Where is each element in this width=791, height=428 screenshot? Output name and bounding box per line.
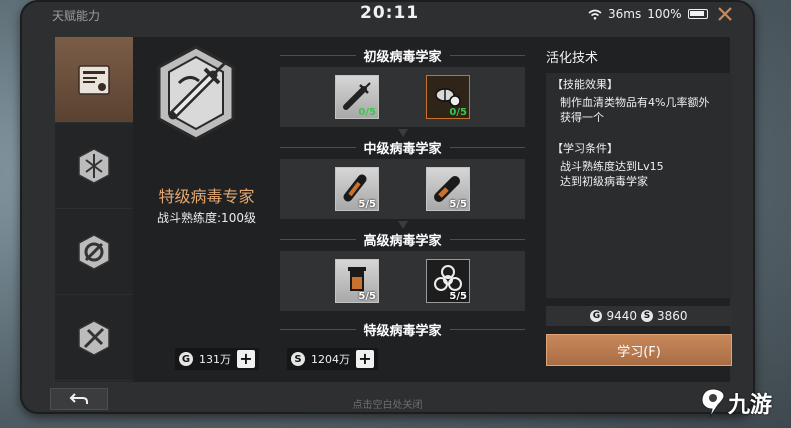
certificate-icon (78, 64, 110, 95)
skill-vial[interactable]: 5/5 (335, 167, 379, 211)
syringe-badge-icon (157, 45, 235, 141)
gold-coin-icon: G (590, 310, 603, 322)
skill-pills[interactable]: 0/5 (426, 75, 470, 119)
tier-connector (398, 221, 408, 229)
sidebar-item-virus[interactable] (55, 123, 133, 209)
watermark-text: 九游 (728, 393, 773, 418)
detail-box: 【技能效果】 制作血清类物品有4%几率额外获得一个 【学习条件】 战斗熟练度达到… (546, 73, 732, 298)
talent-panel: 特级病毒专家 战斗熟练度:100级 G 131万 + 初级病毒学家 0/5 0/… (55, 37, 732, 382)
skill-tree: 初级病毒学家 0/5 0/5 中级病毒学家 5/5 5/5 高级病毒学家 5/5… (280, 37, 526, 382)
silver-currency: S 1204万 + (287, 348, 378, 370)
watermark: 九游 (700, 387, 772, 419)
gear-wrench-icon (78, 233, 110, 270)
skill-progress: 5/5 (449, 199, 467, 210)
specialty-name: 特级病毒专家 (158, 187, 255, 206)
add-gold-button[interactable]: + (237, 350, 255, 368)
skill-title: 活化技术 (546, 51, 599, 66)
tier-title-basic: 初级病毒学家 (280, 46, 526, 65)
silver-amount: 1204万 (311, 353, 350, 366)
skill-capsule[interactable]: 5/5 (426, 167, 470, 211)
learn-button[interactable]: 学习(F) (546, 334, 732, 366)
skill-progress: 0/5 (358, 107, 376, 118)
window-title: 天赋能力 (52, 9, 101, 23)
tier-connector (398, 129, 408, 137)
tier-title-expert: 特级病毒学家 (280, 320, 526, 339)
specialty-info: 特级病毒专家 战斗熟练度:100级 G 131万 + (133, 37, 280, 382)
virus-emblem-icon (78, 147, 110, 184)
effect-text: 制作血清类物品有4%几率额外获得一个 (560, 96, 710, 124)
condition-header: 【学习条件】 (552, 142, 618, 155)
ping-text: 36ms (608, 7, 642, 21)
tier-advanced: 5/5 5/5 (280, 251, 525, 311)
effect-header: 【技能效果】 (552, 78, 618, 91)
silver-coin-icon: S (291, 352, 305, 366)
close-hint[interactable]: 点击空白处关闭 (20, 396, 755, 411)
tier-title-advanced: 高级病毒学家 (280, 230, 526, 249)
gold-coin-icon: G (179, 352, 193, 366)
combat-proficiency: 战斗熟练度:100级 (157, 211, 256, 225)
skill-progress: 5/5 (358, 199, 376, 210)
tier-title-intermediate: 中级病毒学家 (280, 138, 526, 157)
add-silver-button[interactable]: + (356, 350, 374, 368)
skill-progress: 5/5 (449, 291, 467, 302)
category-sidebar (55, 37, 133, 382)
learn-cost: G 9440 S 3860 (546, 306, 732, 326)
battery-text: 100% (647, 7, 682, 21)
sidebar-item-engineering[interactable] (55, 209, 133, 295)
skill-detail: 活化技术 【技能效果】 制作血清类物品有4%几率额外获得一个 【学习条件】 战斗… (540, 37, 732, 382)
skill-beaker[interactable]: 5/5 (335, 259, 379, 303)
condition-line-1: 战斗熟练度达到Lv15 (560, 160, 664, 173)
skill-syringe[interactable]: 0/5 (335, 75, 379, 119)
gold-amount: 131万 (199, 353, 231, 366)
sidebar-item-certificate[interactable] (55, 37, 133, 123)
tier-basic: 0/5 0/5 (280, 67, 525, 127)
gold-currency: G 131万 + (175, 348, 259, 370)
silver-coin-icon: S (641, 310, 653, 322)
jiuyou-logo-icon (701, 388, 725, 418)
tools-emblem-icon (78, 319, 110, 356)
battery-icon (687, 9, 708, 19)
status-bar: 36ms 100% (588, 7, 708, 21)
cost-silver: 3860 (657, 309, 688, 323)
sidebar-item-tools[interactable] (55, 295, 133, 381)
clock: 20:11 (360, 3, 420, 23)
skill-progress: 5/5 (358, 291, 376, 302)
game-frame: 天赋能力 20:11 36ms 100% 特级病毒专家 战斗熟练度:100级 G… (20, 0, 755, 414)
close-icon[interactable] (714, 3, 736, 25)
cost-gold: 9440 (606, 309, 637, 323)
wifi-icon (588, 9, 602, 20)
tier-intermediate: 5/5 5/5 (280, 159, 525, 219)
condition-line-2: 达到初级病毒学家 (560, 175, 648, 188)
skill-progress: 0/5 (449, 107, 467, 118)
top-bar: 天赋能力 20:11 36ms 100% (20, 0, 755, 30)
skill-biohazard[interactable]: 5/5 (426, 259, 470, 303)
